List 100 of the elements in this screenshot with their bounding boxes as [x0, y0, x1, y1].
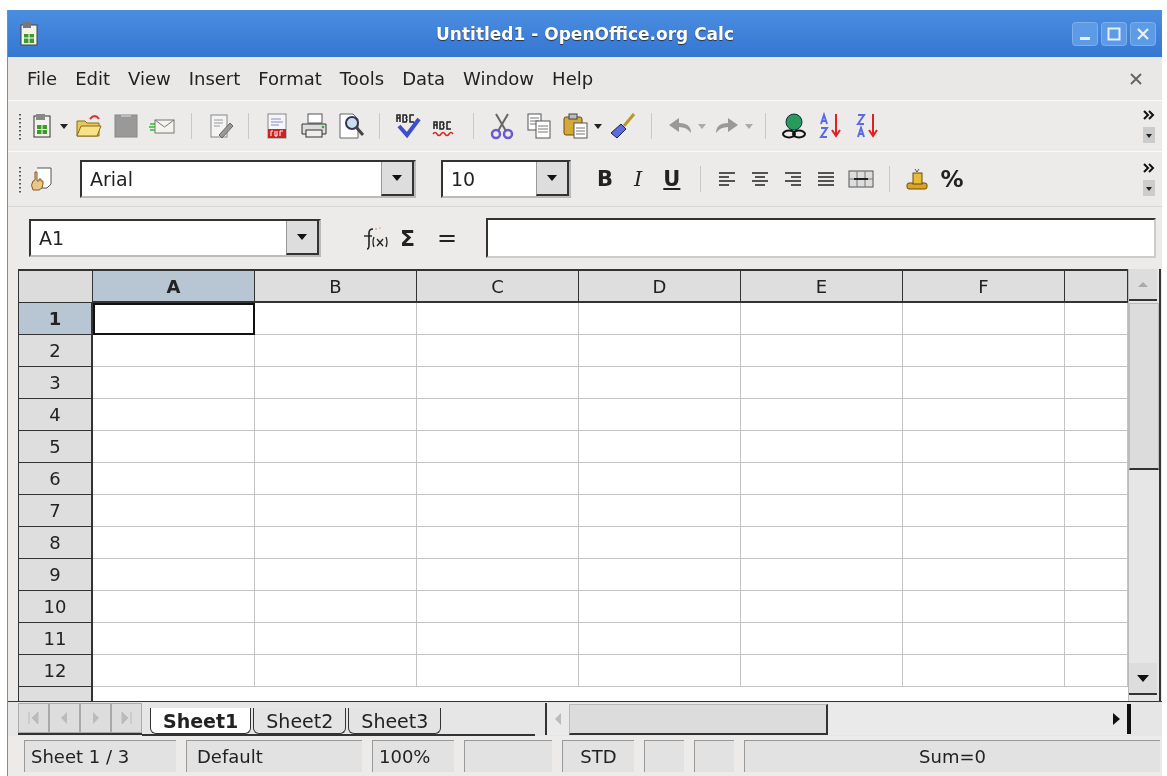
sheet-tab[interactable]: Sheet2 — [253, 707, 347, 734]
grid-cell[interactable] — [579, 495, 741, 527]
grid-cell[interactable] — [255, 495, 417, 527]
grid-cell[interactable] — [903, 591, 1065, 623]
grid-cell[interactable] — [579, 431, 741, 463]
toolbar-overflow-icon[interactable] — [1142, 107, 1156, 145]
grid-cell[interactable] — [903, 559, 1065, 591]
row-header[interactable]: 1 — [19, 303, 93, 335]
vertical-scrollbar[interactable] — [1128, 269, 1161, 701]
grid-cell[interactable] — [93, 335, 255, 367]
grid-cell[interactable] — [93, 495, 255, 527]
grid-cell[interactable] — [903, 623, 1065, 655]
grid-cell[interactable] — [417, 495, 579, 527]
grid-cell[interactable] — [93, 559, 255, 591]
clipboard-icon[interactable] — [561, 111, 591, 141]
menu-item[interactable]: Edit — [66, 68, 119, 89]
grid-cell[interactable] — [255, 623, 417, 655]
close-icon[interactable] — [1130, 21, 1156, 46]
column-header[interactable] — [1065, 271, 1128, 303]
menu-item[interactable]: View — [119, 68, 180, 89]
function-button[interactable]: = — [426, 224, 469, 252]
horizontal-scrollbar[interactable] — [545, 703, 1131, 735]
grid-cell[interactable] — [741, 399, 903, 431]
dropdown-arrow-icon[interactable] — [296, 233, 308, 241]
maximize-icon[interactable] — [1101, 21, 1127, 46]
row-header[interactable]: 5 — [19, 431, 93, 463]
scrollbar-thumb[interactable] — [1129, 303, 1159, 470]
row-header[interactable]: 8 — [19, 527, 93, 559]
toolbar-grip-icon[interactable] — [18, 112, 22, 140]
grid-cell[interactable] — [741, 495, 903, 527]
grid-cell[interactable] — [417, 559, 579, 591]
grid-cell[interactable] — [93, 431, 255, 463]
grid-cell[interactable] — [579, 591, 741, 623]
next-sheet-icon[interactable] — [80, 703, 111, 733]
menu-item[interactable]: Window — [454, 68, 544, 89]
paintbrush-icon[interactable] — [608, 111, 638, 141]
grid-cell[interactable] — [579, 303, 741, 335]
save-icon[interactable] — [111, 111, 141, 141]
grid-cell[interactable] — [741, 367, 903, 399]
formula-input-field[interactable] — [486, 218, 1156, 258]
menu-item[interactable]: Tools — [330, 68, 394, 89]
grid-cell[interactable] — [417, 463, 579, 495]
column-header[interactable]: D — [579, 271, 741, 303]
toolbar-overflow-icon[interactable] — [1142, 160, 1156, 198]
grid-cell[interactable] — [93, 463, 255, 495]
grid-cell[interactable] — [903, 399, 1065, 431]
menu-item[interactable]: Help — [543, 68, 603, 89]
grid-cell[interactable] — [255, 559, 417, 591]
grid-cell[interactable] — [417, 335, 579, 367]
row-header[interactable]: 3 — [19, 367, 93, 399]
grid-cell[interactable] — [255, 431, 417, 463]
select-all-corner[interactable] — [19, 271, 93, 303]
column-header[interactable]: F — [903, 271, 1065, 303]
grid-cell[interactable] — [417, 431, 579, 463]
grid-cell[interactable] — [93, 623, 255, 655]
font-size-field[interactable]: 10 — [441, 160, 571, 198]
globe-icon[interactable] — [779, 111, 809, 141]
row-header[interactable]: 12 — [19, 655, 93, 687]
grid-cell[interactable] — [255, 335, 417, 367]
percent-format-button[interactable]: % — [936, 166, 968, 192]
selected-cell[interactable] — [93, 303, 255, 335]
grid-cell[interactable] — [417, 399, 579, 431]
grid-cell[interactable] — [255, 655, 417, 687]
grid-cell[interactable] — [255, 591, 417, 623]
grid-cell[interactable] — [741, 591, 903, 623]
scrollbar-thumb[interactable] — [569, 703, 828, 735]
grid-cell[interactable] — [417, 655, 579, 687]
grid-cell[interactable] — [255, 367, 417, 399]
grid-cell[interactable] — [93, 527, 255, 559]
grid-cell[interactable] — [93, 399, 255, 431]
grid-cell[interactable] — [417, 527, 579, 559]
italic-button[interactable]: I — [625, 167, 652, 191]
row-header[interactable]: 10 — [19, 591, 93, 623]
spellcheck-icon[interactable] — [393, 111, 423, 141]
font-name-field[interactable]: Arial — [80, 160, 416, 198]
dropdown-arrow-icon[interactable] — [391, 174, 403, 182]
row-header[interactable]: 9 — [19, 559, 93, 591]
row-header[interactable]: 7 — [19, 495, 93, 527]
grid-cell[interactable] — [741, 527, 903, 559]
grid-cell[interactable] — [903, 655, 1065, 687]
grid-cell[interactable] — [255, 463, 417, 495]
grid-cell[interactable] — [741, 431, 903, 463]
minimize-icon[interactable] — [1072, 21, 1098, 46]
column-header[interactable]: E — [741, 271, 903, 303]
row-header[interactable]: 11 — [19, 623, 93, 655]
grid-cell[interactable] — [417, 623, 579, 655]
printer-icon[interactable] — [299, 111, 329, 141]
grid-cell[interactable] — [255, 527, 417, 559]
grid-cell[interactable] — [579, 399, 741, 431]
grid-cell[interactable] — [741, 623, 903, 655]
grid-cell[interactable] — [579, 367, 741, 399]
sum-button[interactable]: Σ — [389, 225, 427, 251]
menu-item[interactable]: File — [18, 68, 67, 89]
grid-cell[interactable] — [93, 655, 255, 687]
menu-item[interactable]: Format — [249, 68, 331, 89]
bold-button[interactable]: B — [588, 167, 622, 191]
close-icon[interactable] — [1128, 70, 1144, 87]
column-header[interactable]: B — [255, 271, 417, 303]
grid-cell[interactable] — [903, 303, 1065, 335]
grid-cell[interactable] — [417, 367, 579, 399]
